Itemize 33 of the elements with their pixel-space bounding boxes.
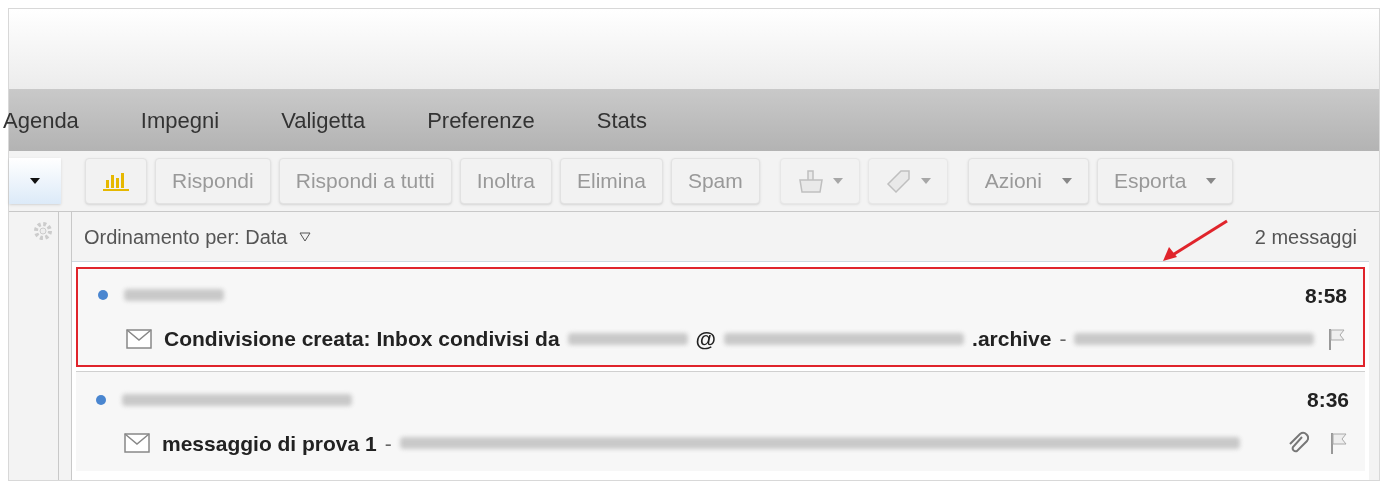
nav-tab[interactable]: Valigetta bbox=[281, 103, 366, 137]
flag-icon[interactable] bbox=[1329, 431, 1349, 456]
dropdown-button[interactable] bbox=[9, 158, 61, 204]
tray-icon bbox=[796, 168, 825, 194]
settings-icon[interactable] bbox=[32, 220, 54, 242]
nav-tab[interactable]: Stats bbox=[596, 103, 647, 137]
separator-text: - bbox=[1059, 326, 1067, 352]
message-subject: Condivisione creata: Inbox condivisi da bbox=[164, 326, 560, 352]
bar-chart-icon bbox=[102, 170, 130, 192]
caret-icon bbox=[1206, 178, 1217, 184]
message-row[interactable]: 8:36 messaggio di prova 1 - bbox=[76, 371, 1365, 471]
message-subject: messaggio di prova 1 bbox=[162, 430, 377, 457]
nav-tab[interactable]: Agenda bbox=[3, 103, 79, 137]
envelope-icon bbox=[126, 328, 152, 349]
separator-text: - bbox=[384, 430, 392, 457]
nav-tab[interactable]: Impegni bbox=[140, 103, 220, 137]
message-subject: @ bbox=[695, 326, 717, 352]
message-count: 2 messaggi bbox=[1254, 224, 1357, 250]
tag-icon bbox=[884, 168, 913, 194]
message-time: 8:58 bbox=[1304, 282, 1347, 309]
message-subject: .archive bbox=[972, 326, 1052, 352]
nav-tab[interactable]: Preferenze bbox=[427, 103, 535, 137]
sort-label[interactable]: Ordinamento per: Data bbox=[84, 221, 288, 252]
caret-icon bbox=[920, 178, 931, 184]
flag-icon[interactable] bbox=[1327, 326, 1347, 351]
stats-button[interactable] bbox=[85, 158, 147, 204]
message-row[interactable]: 8:58 Condivisione creata: Inbox condivisi da @ .archive - bbox=[76, 267, 1365, 367]
caret-icon bbox=[832, 178, 843, 184]
caret-icon bbox=[30, 178, 40, 184]
message-time: 8:36 bbox=[1306, 387, 1349, 413]
sort-triangle-icon[interactable] bbox=[299, 231, 312, 242]
caret-icon bbox=[1061, 178, 1072, 184]
envelope-icon bbox=[124, 433, 150, 454]
